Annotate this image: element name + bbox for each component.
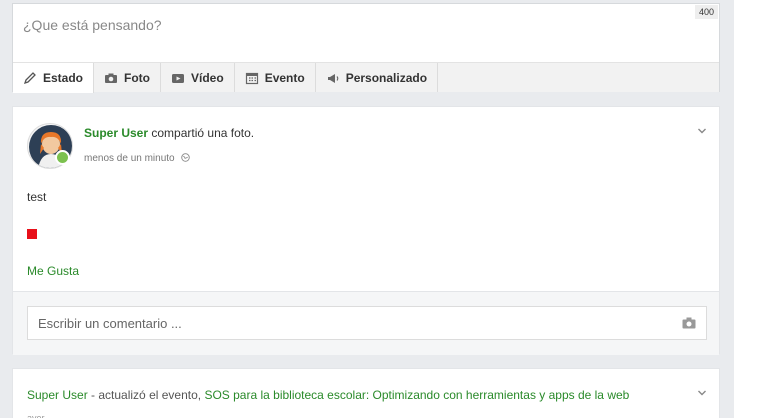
char-count-badge: 400 <box>694 5 718 19</box>
post-author-link[interactable]: Super User <box>84 126 148 140</box>
comment-area: Escribir un comentario ... <box>13 291 719 355</box>
post-body-text: test <box>27 190 47 204</box>
pencil-icon <box>23 71 37 85</box>
status-composer: ¿Que está pensando? 400 Estado Foto Víde… <box>12 3 720 93</box>
calendar-icon <box>245 71 259 85</box>
comment-placeholder: Escribir un comentario ... <box>38 316 182 331</box>
like-button[interactable]: Me Gusta <box>27 264 79 278</box>
event-timestamp: ayer <box>27 413 45 418</box>
post-card-event: Super User - actualizó el evento, SOS pa… <box>12 368 720 418</box>
post-photo[interactable] <box>27 229 37 239</box>
tab-label: Estado <box>43 71 84 85</box>
post-action-text: compartió una foto. <box>151 126 255 140</box>
post-header: Super User compartió una foto. <box>84 126 254 140</box>
tab-evento[interactable]: Evento <box>235 63 316 92</box>
event-title-link[interactable]: SOS para la biblioteca escolar: Optimiza… <box>204 388 629 402</box>
megaphone-icon <box>326 71 340 85</box>
chevron-down-icon[interactable] <box>697 385 707 396</box>
tab-foto[interactable]: Foto <box>94 63 162 92</box>
tab-estado[interactable]: Estado <box>13 63 95 93</box>
tab-label: Foto <box>124 70 151 85</box>
camera-icon[interactable] <box>682 317 696 329</box>
status-input[interactable]: ¿Que está pensando? <box>13 4 719 62</box>
event-action-text: - actualizó el evento, <box>87 388 205 402</box>
post-card: Super User compartió una foto. menos de … <box>12 106 720 355</box>
post-time-text[interactable]: menos de un minuto <box>84 153 175 164</box>
composer-tabs: Estado Foto Vídeo Evento Personalizado <box>13 62 719 93</box>
globe-icon <box>181 153 191 162</box>
comment-input[interactable]: Escribir un comentario ... <box>27 306 707 340</box>
tab-video[interactable]: Vídeo <box>161 63 235 92</box>
online-status-dot <box>55 150 70 165</box>
play-icon <box>171 71 185 85</box>
post-author-link[interactable]: Super User <box>27 388 88 402</box>
tab-label: Personalizado <box>345 70 428 85</box>
chevron-down-icon[interactable] <box>697 123 707 134</box>
camera-icon <box>104 71 118 85</box>
tab-personalizado[interactable]: Personalizado <box>316 63 439 92</box>
tab-label: Vídeo <box>191 70 224 85</box>
event-header: Super User - actualizó el evento, SOS pa… <box>27 388 629 402</box>
tab-label: Evento <box>264 70 305 85</box>
post-timestamp: menos de un minuto <box>84 153 191 164</box>
